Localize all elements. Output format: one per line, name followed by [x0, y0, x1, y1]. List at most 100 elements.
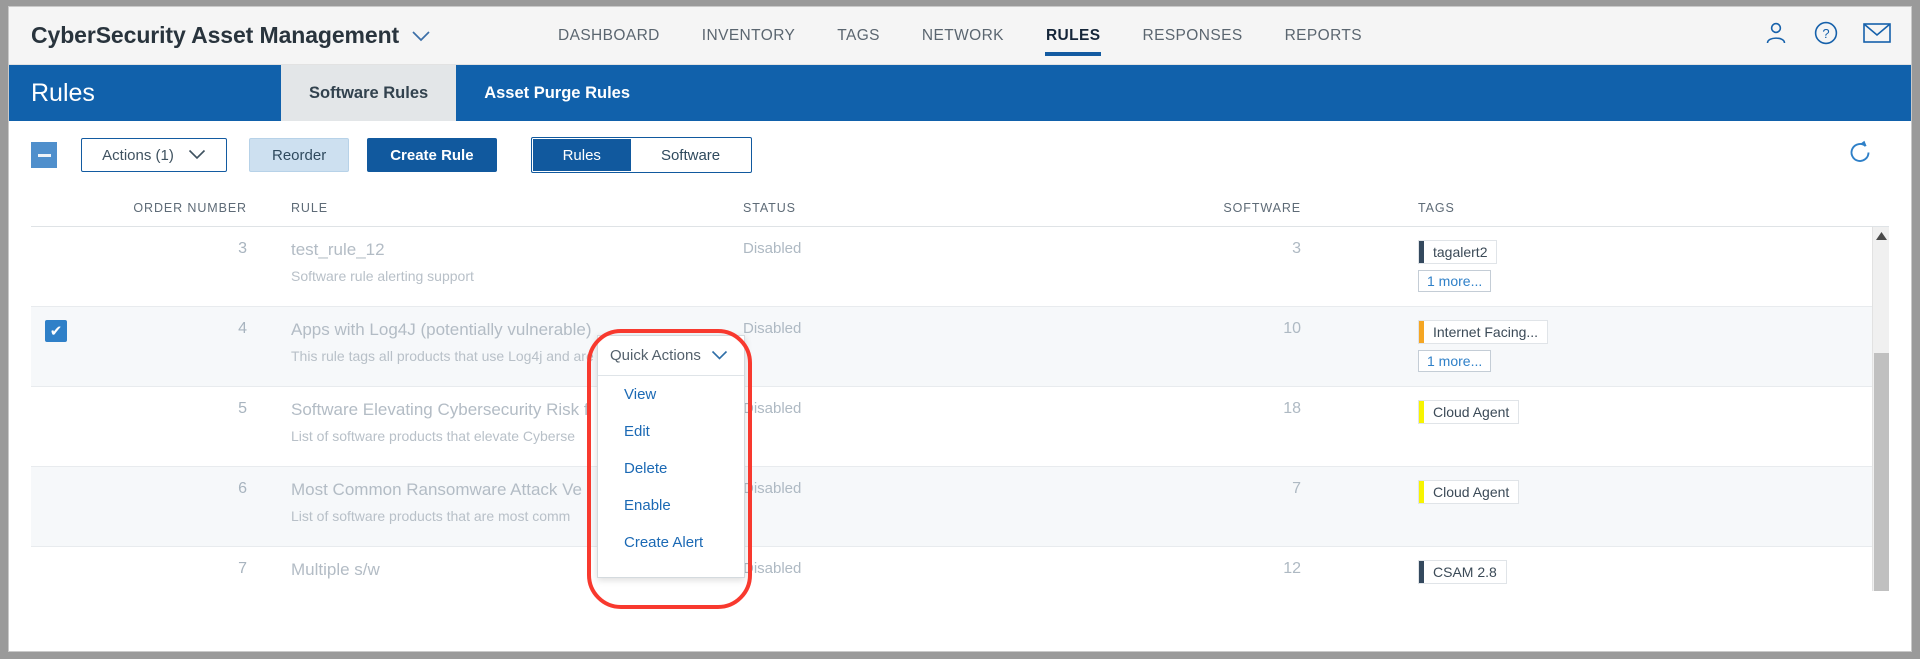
create-rule-button[interactable]: Create Rule [367, 138, 497, 172]
vertical-scrollbar[interactable] [1872, 227, 1889, 591]
table-row[interactable]: 3 test_rule_12 Software rule alerting su… [31, 227, 1889, 307]
tag-label: Cloud Agent [1433, 404, 1510, 420]
quick-action-create-alert[interactable]: Create Alert [598, 524, 744, 561]
tag-chip[interactable]: Internet Facing... [1418, 320, 1549, 344]
top-bar: CyberSecurity Asset Management DASHBOARD… [9, 7, 1911, 65]
cell-status: Disabled [743, 560, 802, 577]
toolbar: Actions (1) Reorder Create Rule Rules So… [9, 121, 1911, 189]
brand[interactable]: CyberSecurity Asset Management [31, 22, 431, 49]
column-header-tags: TAGS [1418, 200, 1455, 215]
reorder-button[interactable]: Reorder [249, 138, 350, 172]
tag-label: Cloud Agent [1433, 484, 1510, 500]
nav-label: INVENTORY [701, 26, 796, 44]
tag-chip[interactable]: Cloud Agent [1418, 480, 1520, 504]
scrollbar-thumb[interactable] [1874, 353, 1889, 591]
tag-chip[interactable]: Cloud Agent [1418, 400, 1520, 424]
quick-action-edit[interactable]: Edit [598, 413, 744, 450]
create-rule-label: Create Rule [390, 146, 474, 164]
row-checkbox-cell [31, 240, 83, 262]
table-header-row: ORDER NUMBER RULE STATUS SOFTWARE TAGS [31, 189, 1889, 227]
table-row[interactable]: 5 Software Elevating Cybersecurity Risk … [31, 387, 1889, 467]
mail-icon[interactable] [1863, 22, 1891, 49]
column-header-order-number: ORDER NUMBER [133, 200, 247, 215]
segment-software[interactable]: Software [630, 139, 751, 171]
cell-status: Disabled [743, 240, 802, 257]
row-checkbox[interactable]: ✔ [45, 320, 67, 342]
user-icon[interactable] [1763, 20, 1789, 51]
nav-item-reports[interactable]: REPORTS [1264, 7, 1383, 65]
rules-table: ORDER NUMBER RULE STATUS SOFTWARE TAGS 3… [9, 189, 1911, 591]
actions-label: Actions (1) [102, 146, 174, 164]
tag-label: tagalert2 [1433, 244, 1488, 260]
actions-dropdown-button[interactable]: Actions (1) [81, 138, 227, 172]
segment-rules[interactable]: Rules [532, 139, 631, 171]
brand-title: CyberSecurity Asset Management [31, 22, 400, 48]
cell-order-number: 3 [238, 240, 247, 257]
table-row[interactable]: 7 Multiple s/w Disabled 12 CSAM 2.8 [31, 547, 1889, 591]
view-mode-segmented-control: Rules Software [530, 137, 753, 173]
tags-more-button[interactable]: 1 more... [1418, 270, 1492, 292]
app-window: CyberSecurity Asset Management DASHBOARD… [8, 6, 1912, 652]
nav-item-responses[interactable]: RESPONSES [1121, 7, 1263, 65]
nav-item-inventory[interactable]: INVENTORY [681, 7, 816, 65]
column-header-status: STATUS [743, 200, 796, 215]
rule-name-link[interactable]: test_rule_12 [291, 240, 743, 260]
chevron-down-icon [711, 347, 728, 364]
top-bar-icons: ? [1763, 7, 1891, 64]
table-row[interactable]: ✔ 4 Apps with Log4J (potentially vulnera… [31, 307, 1889, 387]
table-row[interactable]: 6 Most Common Ransomware Attack Ve List … [31, 467, 1889, 547]
cell-order-number: 5 [238, 400, 247, 417]
scroll-up-arrow-icon[interactable] [1873, 227, 1889, 244]
tab-software-rules[interactable]: Software Rules [281, 65, 457, 121]
tag-chip[interactable]: tagalert2 [1418, 240, 1498, 264]
quick-actions-menu: Quick Actions View Edit Delete Enable Cr… [597, 335, 745, 578]
table-body: 3 test_rule_12 Software rule alerting su… [31, 227, 1889, 591]
column-header-rule: RULE [291, 200, 328, 215]
cell-software-count: 7 [1292, 480, 1301, 497]
refresh-icon[interactable] [1847, 140, 1873, 171]
nav-item-tags[interactable]: TAGS [816, 7, 901, 65]
tag-chip[interactable]: CSAM 2.8 [1418, 560, 1507, 584]
cell-software-count: 3 [1292, 240, 1301, 257]
rule-description: Software rule alerting support [291, 268, 474, 284]
nav-item-dashboard[interactable]: DASHBOARD [537, 7, 681, 65]
collapse-button[interactable] [31, 142, 57, 168]
column-header-software: SOFTWARE [1223, 200, 1301, 215]
nav-label: REPORTS [1284, 26, 1363, 44]
quick-actions-header[interactable]: Quick Actions [598, 336, 744, 376]
row-checkbox-cell: ✔ [31, 320, 83, 342]
tab-asset-purge-rules[interactable]: Asset Purge Rules [456, 65, 658, 121]
quick-action-delete[interactable]: Delete [598, 450, 744, 487]
chevron-down-icon [188, 147, 206, 164]
cell-order-number: 6 [238, 480, 247, 497]
reorder-label: Reorder [272, 146, 327, 164]
minus-icon [37, 153, 51, 157]
cell-status: Disabled [743, 400, 802, 417]
cell-software-count: 12 [1283, 560, 1301, 577]
nav-label: TAGS [837, 26, 880, 44]
page-title: Rules [31, 78, 95, 107]
tab-label: Asset Purge Rules [484, 83, 631, 102]
tags-more-button[interactable]: 1 more... [1418, 350, 1492, 372]
tab-label: Software Rules [309, 83, 429, 102]
cell-tags: CSAM 2.8 [1313, 560, 1889, 590]
cell-order-number: 4 [238, 320, 247, 337]
nav-item-network[interactable]: NETWORK [901, 7, 1025, 65]
nav-label: DASHBOARD [557, 26, 660, 44]
nav-label: NETWORK [921, 26, 1004, 44]
cell-rule: test_rule_12 Software rule alerting supp… [263, 240, 743, 284]
nav-label: RULES [1045, 26, 1101, 44]
tag-label: Internet Facing... [1433, 324, 1539, 340]
svg-text:?: ? [1822, 26, 1829, 41]
chevron-down-icon[interactable] [411, 30, 431, 42]
cell-software-count: 10 [1283, 320, 1301, 337]
quick-action-enable[interactable]: Enable [598, 487, 744, 524]
help-icon[interactable]: ? [1813, 20, 1839, 51]
cell-status: Disabled [743, 480, 802, 497]
nav-item-rules[interactable]: RULES [1025, 7, 1122, 65]
cell-tags: tagalert2 1 more... [1313, 240, 1889, 292]
segment-label: Software [660, 146, 721, 164]
page-subheader: Rules Software Rules Asset Purge Rules [9, 65, 1911, 121]
quick-actions-label: Quick Actions [610, 347, 701, 364]
quick-action-view[interactable]: View [598, 376, 744, 413]
